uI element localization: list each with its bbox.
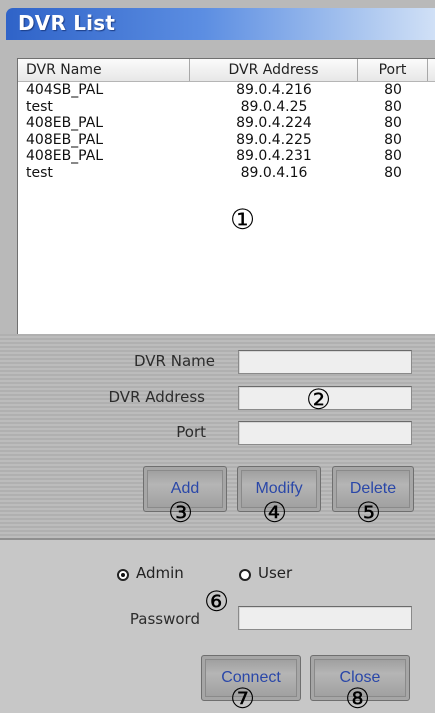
row-port: 80 <box>384 148 402 164</box>
row-dvr-name: 408EB_PAL <box>26 148 104 164</box>
row-port: 80 <box>384 115 402 131</box>
dvr-list-view[interactable]: DVR Name DVR Address Port 404SB_PAL 89.0… <box>17 58 435 335</box>
list-row[interactable]: 408EB_PAL 89.0.4.224 80 <box>18 115 435 132</box>
list-row[interactable]: test 89.0.4.16 80 <box>18 165 435 182</box>
user-radio-label[interactable]: User <box>258 564 292 582</box>
callout-marker-6: ⑥ <box>204 585 230 618</box>
list-header: DVR Name DVR Address Port <box>18 59 435 82</box>
row-port: 80 <box>384 164 402 181</box>
dvr-address-label: DVR Address <box>108 388 205 406</box>
row-dvr-address: 89.0.4.25 <box>240 98 308 115</box>
dvr-list-window: DVR List DVR Name DVR Address Port 404SB… <box>0 0 435 713</box>
port-field[interactable] <box>238 421 412 445</box>
list-row[interactable]: 408EB_PAL 89.0.4.225 80 <box>18 132 435 149</box>
port-label: Port <box>176 423 206 441</box>
column-header-dvr-address[interactable]: DVR Address <box>190 59 358 81</box>
row-port: 80 <box>384 98 402 115</box>
row-dvr-name: 408EB_PAL <box>26 115 104 131</box>
column-header-dvr-name[interactable]: DVR Name <box>18 59 190 81</box>
callout-marker-1: ① <box>230 203 256 236</box>
list-rows: 404SB_PAL 89.0.4.216 80 test 89.0.4.25 8… <box>18 82 435 181</box>
row-port: 80 <box>384 131 402 148</box>
list-row[interactable]: 404SB_PAL 89.0.4.216 80 <box>18 82 435 99</box>
user-radio[interactable] <box>239 569 251 581</box>
callout-marker-7: ⑦ <box>230 682 256 715</box>
admin-radio[interactable] <box>117 569 129 581</box>
password-field[interactable] <box>238 606 412 630</box>
callout-marker-5: ⑤ <box>356 496 382 529</box>
row-dvr-address: 89.0.4.216 <box>236 82 312 98</box>
callout-marker-4: ④ <box>262 496 288 529</box>
row-dvr-name: 408EB_PAL <box>26 131 104 148</box>
dvr-name-field[interactable] <box>238 350 412 374</box>
row-dvr-name: 404SB_PAL <box>26 82 104 98</box>
dvr-name-label: DVR Name <box>134 352 215 370</box>
password-label: Password <box>129 610 200 628</box>
title-bar[interactable]: DVR List <box>6 8 435 40</box>
list-row[interactable]: test 89.0.4.25 80 <box>18 99 435 116</box>
column-header-port[interactable]: Port <box>358 59 428 81</box>
admin-radio-label[interactable]: Admin <box>136 564 184 582</box>
callout-marker-8: ⑧ <box>345 682 371 715</box>
row-dvr-address: 89.0.4.224 <box>236 115 312 131</box>
callout-marker-2: ② <box>306 383 332 416</box>
row-dvr-address: 89.0.4.16 <box>240 164 308 181</box>
row-port: 80 <box>384 82 402 98</box>
row-dvr-address: 89.0.4.225 <box>236 131 312 148</box>
row-dvr-address: 89.0.4.231 <box>236 148 312 164</box>
list-row[interactable]: 408EB_PAL 89.0.4.231 80 <box>18 148 435 165</box>
row-dvr-name: test <box>26 164 53 181</box>
callout-marker-3: ③ <box>168 496 194 529</box>
row-dvr-name: test <box>26 98 53 115</box>
window-title: DVR List <box>18 11 116 35</box>
